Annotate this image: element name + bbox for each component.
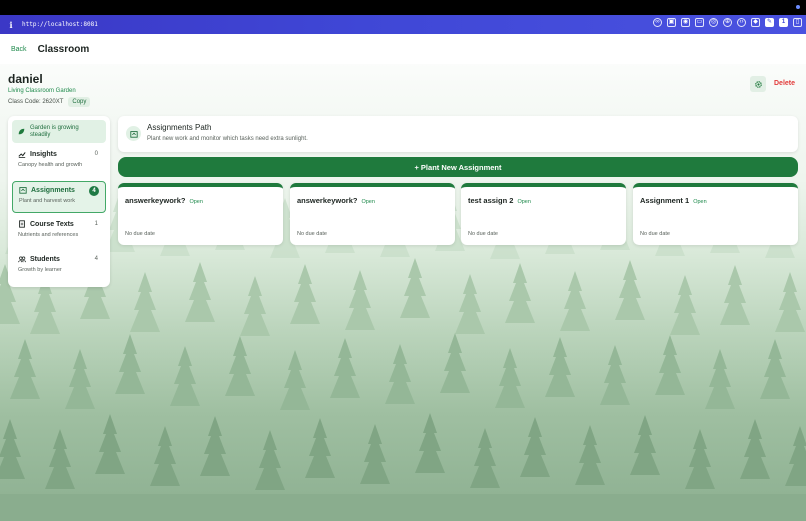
assignment-title-row: Assignment 1 Open	[640, 196, 707, 205]
class-code-text: Class Code: 2620XT	[8, 99, 64, 105]
class-code: Class Code: 2620XT Copy	[8, 97, 91, 107]
garden-status: Garden is growing steadily	[12, 120, 106, 143]
target-icon[interactable]: ⊕	[723, 18, 732, 27]
assignment-title-row: answerkeywork? Open	[297, 196, 375, 205]
sidebar-toggle-icon[interactable]: ▯	[793, 18, 802, 27]
path-icon	[126, 126, 141, 141]
url-text[interactable]: http://localhost:8081	[22, 21, 98, 28]
assignment-status: Open	[189, 199, 203, 205]
assignment-due: No due date	[297, 231, 327, 237]
sidebar-item-desc: Plant and harvest work	[19, 198, 75, 204]
code-icon[interactable]: ‹›	[737, 18, 746, 27]
extension-icon[interactable]: ✎	[765, 18, 774, 27]
sidebar-item-label: Students	[30, 255, 60, 263]
assignment-status: Open	[517, 199, 531, 205]
sidebar-item-count: 4	[94, 256, 98, 262]
back-link[interactable]: Back	[11, 46, 27, 53]
app-area: Back Classroom daniel Living Classroom G…	[0, 34, 806, 521]
assignment-card[interactable]: answerkeywork? Open No due date	[118, 183, 283, 245]
assignment-card[interactable]: answerkeywork? Open No due date	[290, 183, 455, 245]
sidebar-item-desc: Growth by learner	[18, 267, 62, 273]
assignment-title: test assign 2	[468, 196, 514, 205]
sidebar-item-count: 0	[94, 151, 98, 157]
assignment-status: Open	[693, 199, 707, 205]
sidebar-item-label: Insights	[30, 150, 57, 158]
shield-icon[interactable]: ◆	[751, 18, 760, 27]
top-black-strip	[0, 0, 806, 15]
assignment-icon	[19, 187, 27, 194]
assignment-due: No due date	[640, 231, 670, 237]
path-description: Plant new work and monitor which tasks n…	[147, 136, 308, 142]
classroom-subtitle: Living Classroom Garden	[8, 88, 76, 94]
copy-button[interactable]: Copy	[68, 97, 91, 107]
leaf-icon	[18, 128, 25, 135]
book-icon	[19, 220, 25, 228]
delete-button[interactable]: Delete	[774, 80, 795, 87]
assignment-status: Open	[361, 199, 375, 205]
browser-tools: ∞ ▣ ◉ ▭ ◎ ⊕ ‹› ◆ ✎ 1 ▯	[653, 18, 802, 27]
assignment-title: Assignment 1	[640, 196, 690, 205]
sidebar-item-count-badge: 4	[89, 186, 99, 196]
garden-status-text: Garden is growing steadily	[30, 124, 79, 138]
sidebar-item-students[interactable]: Students Growth by learner 4	[12, 251, 106, 283]
assignment-due: No due date	[125, 231, 155, 237]
browser-toolbar: i http://localhost:8081 ∞ ▣ ◉ ▭ ◎ ⊕ ‹› ◆…	[0, 15, 806, 34]
sidebar: Garden is growing steadily Insights Cano…	[8, 116, 110, 287]
assignment-cards: answerkeywork? Open No due date answerkey…	[118, 183, 798, 245]
profile-icon[interactable]: 1	[779, 18, 788, 27]
sidebar-item-insights[interactable]: Insights Canopy health and growth 0	[12, 146, 106, 178]
page-title: Classroom	[37, 43, 90, 55]
assignment-title: answerkeywork?	[297, 196, 358, 205]
sidebar-item-desc: Nutrients and references	[18, 232, 79, 238]
sidebar-item-label: Course Texts	[30, 220, 74, 228]
window-icon[interactable]: ▭	[695, 18, 704, 27]
app-header: Back Classroom	[0, 34, 806, 64]
assignment-icon	[129, 130, 138, 138]
screenshot-icon[interactable]: ▣	[667, 18, 676, 27]
sidebar-item-course-texts[interactable]: Course Texts Nutrients and references 1	[12, 216, 106, 248]
path-title: Assignments Path	[147, 123, 212, 132]
assignment-card[interactable]: Assignment 1 Open No due date	[633, 183, 798, 245]
status-dot	[796, 5, 800, 9]
assignment-due: No due date	[468, 231, 498, 237]
assignment-title-row: test assign 2 Open	[468, 196, 531, 205]
sidebar-item-count: 1	[94, 221, 98, 227]
assignment-card[interactable]: test assign 2 Open No due date	[461, 183, 626, 245]
gear-icon	[754, 80, 762, 88]
info-icon[interactable]: i	[4, 20, 18, 30]
globe-icon[interactable]: ◎	[709, 18, 718, 27]
sidebar-item-assignments[interactable]: Assignments Plant and harvest work 4	[12, 181, 106, 213]
assignment-title: answerkeywork?	[125, 196, 186, 205]
settings-button[interactable]	[750, 76, 766, 92]
sidebar-item-label: Assignments	[31, 186, 75, 194]
link-icon[interactable]: ∞	[653, 18, 662, 27]
assignments-path-card: Assignments Path Plant new work and moni…	[118, 116, 798, 152]
sidebar-item-desc: Canopy health and growth	[18, 162, 83, 168]
classroom-name: daniel	[8, 72, 43, 86]
plant-new-assignment-button[interactable]: + Plant New Assignment	[118, 157, 798, 177]
users-icon	[18, 256, 26, 263]
chart-icon	[18, 152, 26, 158]
assignment-title-row: answerkeywork? Open	[125, 196, 203, 205]
camera-icon[interactable]: ◉	[681, 18, 690, 27]
